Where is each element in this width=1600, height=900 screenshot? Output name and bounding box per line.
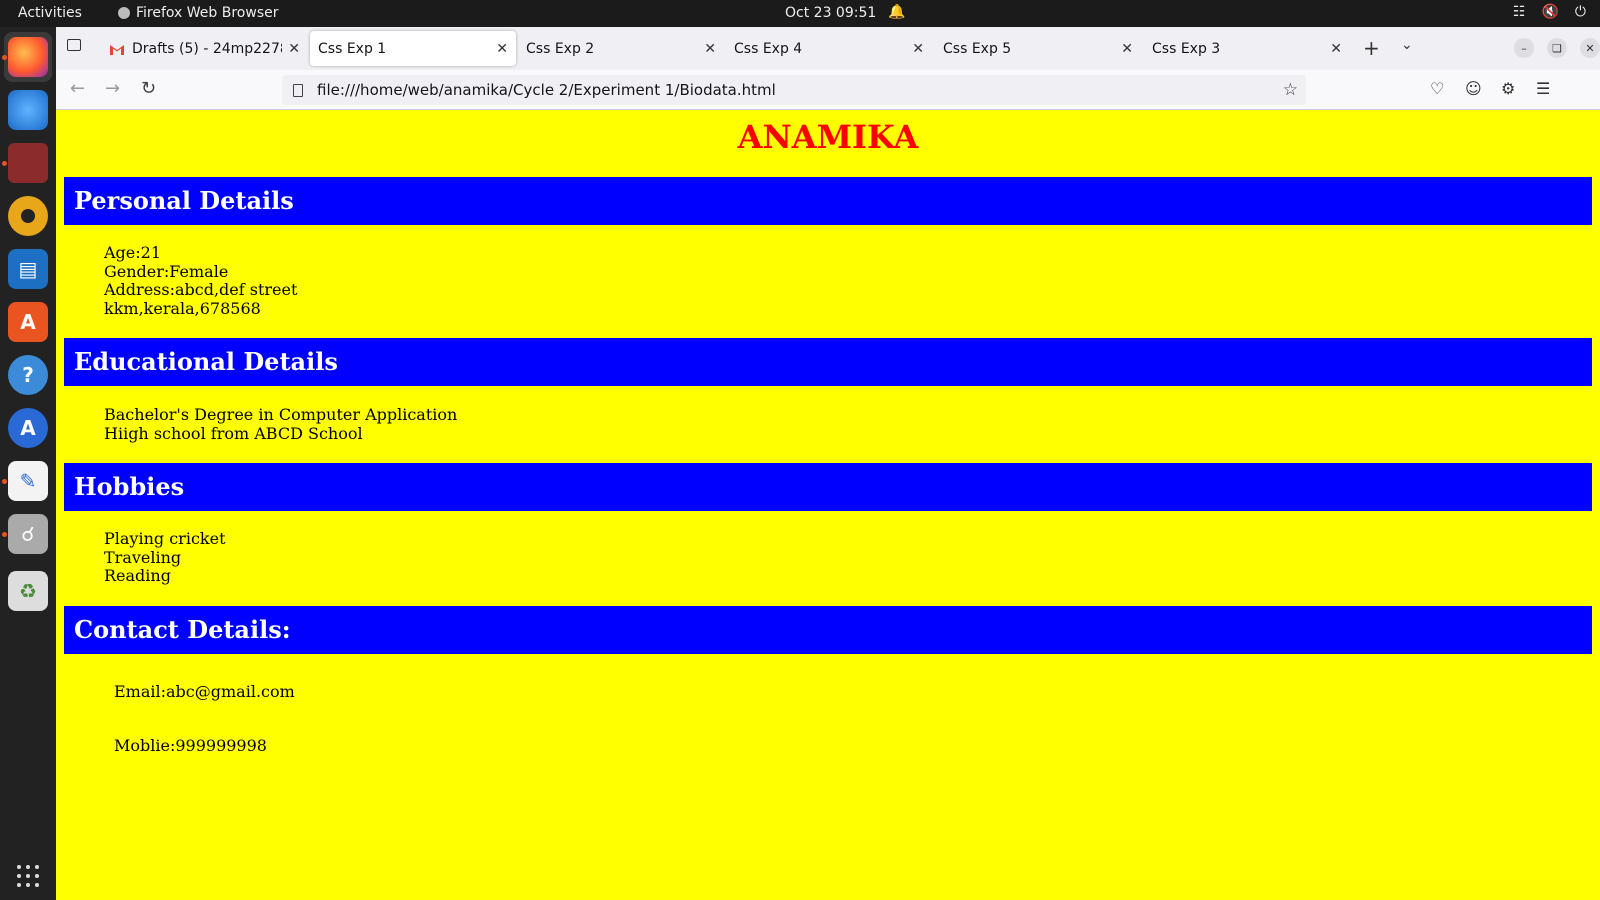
back-icon[interactable]: ← <box>70 78 85 99</box>
app-center-icon[interactable]: A <box>8 302 48 342</box>
close-tab-icon[interactable]: ✕ <box>288 41 300 57</box>
account-icon[interactable]: ☺ <box>1465 79 1482 98</box>
close-tab-icon[interactable]: ✕ <box>1330 41 1342 57</box>
tab-label: Css Exp 4 <box>734 40 803 57</box>
volume-icon: 🔇 <box>1541 4 1559 20</box>
list-item: Address:abcd,def street <box>104 280 298 300</box>
network-icon: ☷ <box>1512 4 1526 20</box>
contact-email: Email:abc@gmail.com <box>114 682 295 701</box>
tab-label: Css Exp 2 <box>526 40 595 57</box>
thunderbird-icon[interactable] <box>8 90 48 130</box>
close-tab-icon[interactable]: ✕ <box>704 41 716 57</box>
help-icon[interactable]: ? <box>8 355 48 395</box>
url-text: file:///home/web/anamika/Cycle 2/Experim… <box>317 81 776 99</box>
trash-icon[interactable]: ♻ <box>8 571 48 611</box>
running-indicator <box>2 55 7 60</box>
page-content: ANAMIKA Personal Details Age:21 Gender:F… <box>56 110 1600 900</box>
rhythmbox-icon[interactable] <box>8 196 48 236</box>
menu-icon[interactable]: ☰ <box>1536 79 1550 98</box>
running-indicator <box>2 479 7 484</box>
restore-icon[interactable]: ❏ <box>1547 38 1567 58</box>
app-menu[interactable]: Firefox Web Browser <box>118 5 279 21</box>
tab-bar: Drafts (5) - 24mp2278@ ✕ Css Exp 1 ✕ Css… <box>56 27 1600 70</box>
address-bar[interactable]: file:///home/web/anamika/Cycle 2/Experim… <box>282 75 1306 105</box>
section-header-education: Educational Details <box>64 338 1592 386</box>
dock: ▤ A ? A ✎ ☌ ♻ <box>0 27 56 900</box>
libreoffice-writer-icon[interactable]: ▤ <box>8 249 48 289</box>
show-apps-icon[interactable] <box>17 865 39 887</box>
tab-css-exp-3[interactable]: Css Exp 3 ✕ <box>1144 31 1350 66</box>
list-item: Age:21 <box>104 243 162 262</box>
tab-css-exp-5[interactable]: Css Exp 5 ✕ <box>935 31 1141 66</box>
section-header-contact: Contact Details: <box>64 606 1592 654</box>
contact-mobile: Moblie:999999998 <box>114 736 267 755</box>
list-item: Reading <box>104 566 171 586</box>
close-window-icon[interactable]: ✕ <box>1580 38 1600 58</box>
tab-drafts[interactable]: Drafts (5) - 24mp2278@ ✕ <box>102 31 308 66</box>
tab-label: Css Exp 1 <box>318 40 387 57</box>
list-item: Hiigh school from ABCD School <box>104 423 363 443</box>
new-tab-icon[interactable]: + <box>1363 36 1380 60</box>
tab-label: Drafts (5) - 24mp2278@ <box>132 40 282 57</box>
extensions-icon[interactable]: ⚙ <box>1501 79 1515 98</box>
firefox-small-icon <box>118 7 130 19</box>
forward-icon[interactable]: → <box>105 78 120 99</box>
navigation-toolbar: ← → ↻ file:///home/web/anamika/Cycle 2/E… <box>56 70 1600 110</box>
gmail-icon <box>110 43 124 55</box>
power-icon: ⏻ <box>1574 4 1586 20</box>
notification-bell-icon[interactable]: 🔔 <box>888 4 905 20</box>
list-item: Playing cricket <box>104 529 226 548</box>
hobbies-list: Playing cricket Traveling Reading <box>104 529 226 586</box>
image-viewer-icon[interactable]: ☌ <box>8 514 48 554</box>
tab-label: Css Exp 3 <box>1152 40 1221 57</box>
firefox-icon[interactable] <box>8 37 48 77</box>
page-title: ANAMIKA <box>737 118 919 156</box>
page-icon <box>293 83 303 97</box>
activities-button[interactable]: Activities <box>18 5 82 21</box>
app-name-label: Firefox Web Browser <box>136 5 279 21</box>
tab-css-exp-1[interactable]: Css Exp 1 ✕ <box>310 31 516 66</box>
education-details-list: Bachelor's Degree in Computer Applicatio… <box>104 405 458 443</box>
close-tab-icon[interactable]: ✕ <box>496 41 508 57</box>
system-top-bar: Activities Firefox Web Browser Oct 23 09… <box>0 0 1600 27</box>
text-editor-icon[interactable]: ✎ <box>8 461 48 501</box>
close-tab-icon[interactable]: ✕ <box>912 41 924 57</box>
personal-details-list: Age:21 Gender:Female Address:abcd,def st… <box>104 243 298 319</box>
section-header-hobbies: Hobbies <box>64 463 1592 511</box>
list-item: kkm,kerala,678568 <box>104 299 261 319</box>
files-icon[interactable] <box>8 143 48 183</box>
reload-icon[interactable]: ↻ <box>141 78 156 99</box>
tab-css-exp-2[interactable]: Css Exp 2 ✕ <box>518 31 724 66</box>
running-indicator <box>2 532 7 537</box>
tab-label: Css Exp 5 <box>943 40 1012 57</box>
system-tray[interactable]: ☷ 🔇 ⏻ <box>1513 4 1586 20</box>
list-item: Traveling <box>104 547 182 567</box>
minimize-icon[interactable]: – <box>1514 38 1534 58</box>
list-all-tabs-icon[interactable]: ⌄ <box>1401 37 1413 53</box>
running-indicator <box>2 161 7 166</box>
list-item: Gender:Female <box>104 261 229 281</box>
firefox-view-icon[interactable] <box>67 39 81 51</box>
tab-css-exp-4[interactable]: Css Exp 4 ✕ <box>726 31 932 66</box>
pocket-icon[interactable]: ♡ <box>1430 79 1444 98</box>
software-updater-icon[interactable]: A <box>8 408 48 448</box>
section-header-personal: Personal Details <box>64 177 1592 225</box>
close-tab-icon[interactable]: ✕ <box>1121 41 1133 57</box>
clock[interactable]: Oct 23 09:51 <box>785 5 876 21</box>
bookmark-star-icon[interactable]: ☆ <box>1283 80 1298 100</box>
list-item: Bachelor's Degree in Computer Applicatio… <box>104 405 458 424</box>
